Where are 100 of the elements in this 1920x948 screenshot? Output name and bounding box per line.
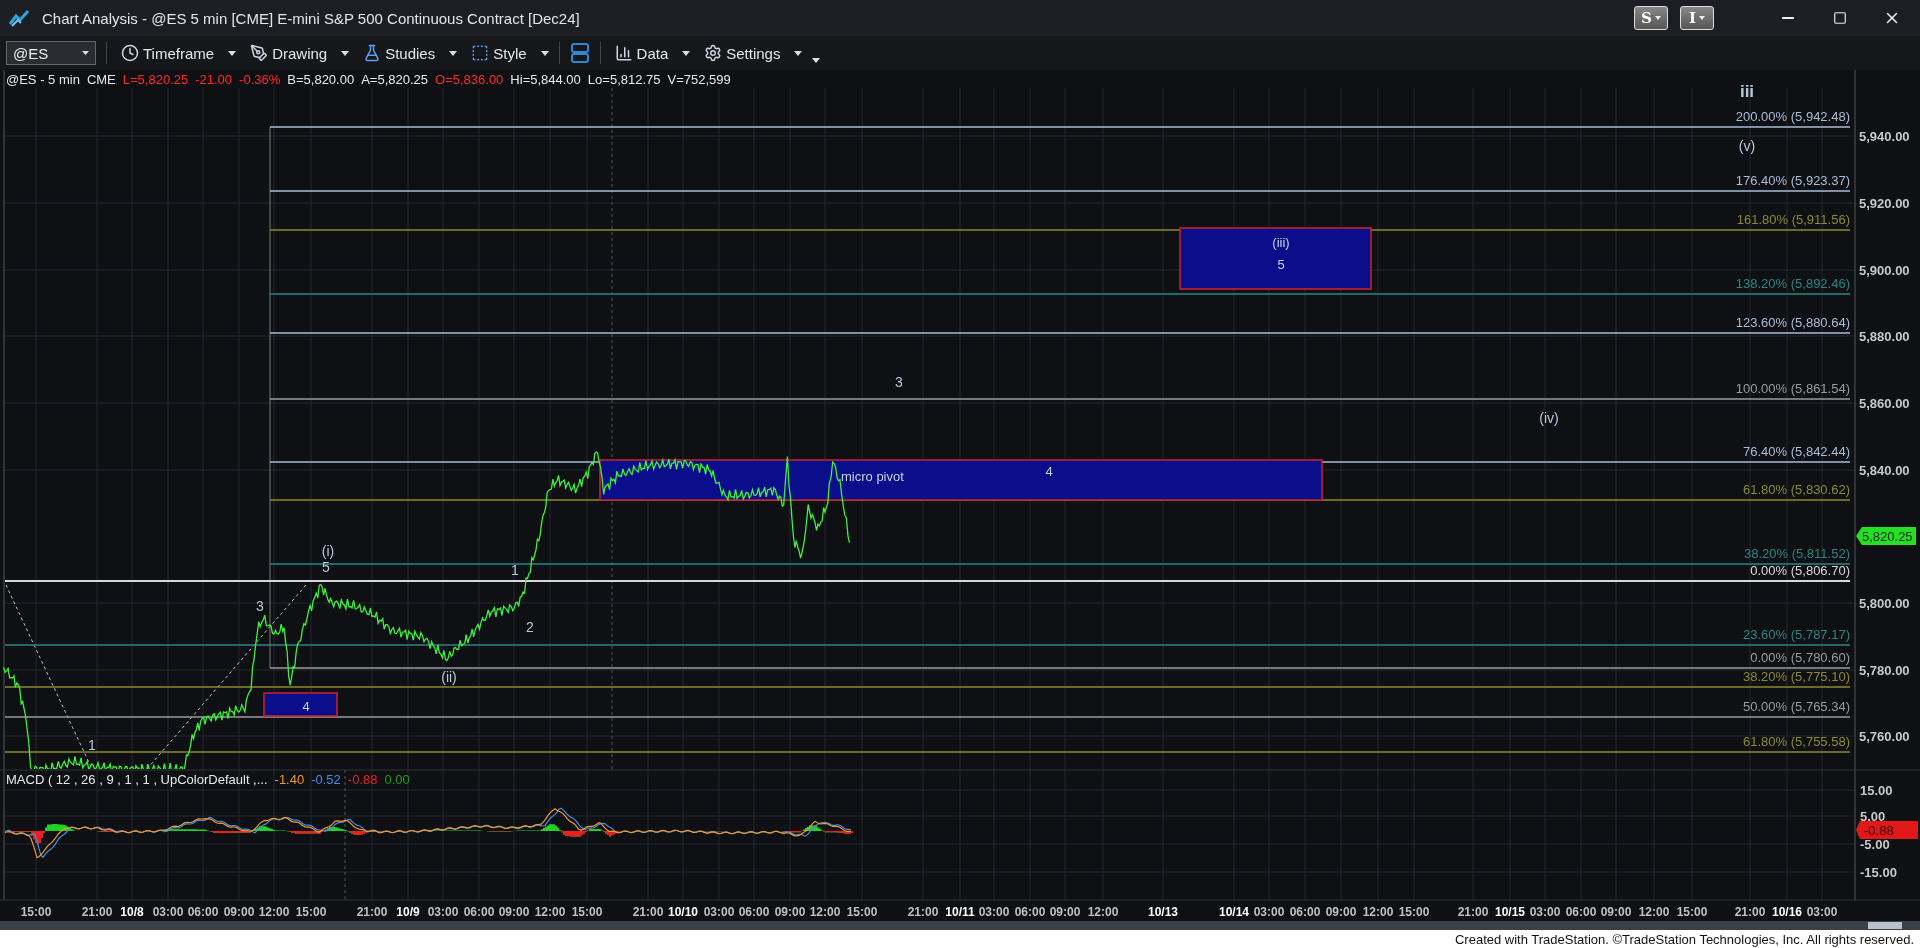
- time-axis-label: 10/8: [120, 905, 144, 919]
- time-axis-label: 09:00: [498, 905, 530, 919]
- toolbar-dropdown-button[interactable]: S: [1634, 6, 1668, 30]
- time-axis-label: 06:00: [187, 905, 219, 919]
- minimize-icon: [1782, 17, 1794, 19]
- price-axis-label: 5,760.00: [1859, 729, 1910, 744]
- toolbar-menu[interactable]: Drawing: [246, 44, 332, 62]
- scroll-thumb[interactable]: [1868, 922, 1902, 929]
- toolbar-menu[interactable]: Timeframe: [117, 44, 219, 62]
- time-axis-label: 03:00: [1529, 905, 1561, 919]
- fib-level-label: 61.80% (5,755.58): [1743, 734, 1850, 749]
- time-axis-label: 21:00: [356, 905, 388, 919]
- time-axis-label: 03:00: [427, 905, 459, 919]
- toolbar-menu[interactable]: Style: [467, 44, 531, 62]
- fib-level-label: 200.00% (5,942.48): [1735, 109, 1850, 124]
- wave-label: iii: [1739, 82, 1755, 101]
- wave-label: 1: [511, 562, 519, 578]
- symbol-dropdown[interactable]: @ES: [6, 41, 96, 65]
- maximize-icon: [1833, 11, 1847, 25]
- price-axis-label: 5,800.00: [1859, 596, 1910, 611]
- wave-label: (iv): [1539, 410, 1559, 426]
- macd-value: 0.00: [384, 772, 410, 787]
- wave-label: 3: [256, 598, 264, 614]
- time-axis-label: 21:00: [1734, 905, 1766, 919]
- clock-icon: [121, 44, 139, 62]
- time-axis-label: 10/9: [396, 905, 420, 919]
- time-axis-label: 15:00: [846, 905, 878, 919]
- quote-value: B=5,820.00: [287, 72, 355, 87]
- time-axis-label: 03:00: [1253, 905, 1285, 919]
- fib-level-label: 176.40% (5,923.37): [1735, 173, 1850, 188]
- last-value-tag: -0.88: [1856, 821, 1918, 839]
- time-axis-label: 15:00: [1398, 905, 1430, 919]
- wave-label: 2: [526, 619, 534, 635]
- time-axis-label: 12:00: [1087, 905, 1119, 919]
- fib-level-label: 100.00% (5,861.54): [1735, 381, 1850, 396]
- time-axis-label: 09:00: [1049, 905, 1081, 919]
- toolbar-dropdown-button[interactable]: I: [1680, 6, 1714, 30]
- caret-icon: [82, 51, 89, 55]
- quote-value: Lo=5,812.75: [587, 72, 661, 87]
- copyright-text: Created with TradeStation. ©TradeStation Technologies, Inc. All rights reserved.: [0, 930, 1920, 948]
- quote-value: -21.00: [195, 72, 233, 87]
- price-axis-label: 5,920.00: [1859, 196, 1910, 211]
- fib-level-label: 161.80% (5,911.56): [1736, 212, 1850, 227]
- fib-level-label: 0.00% (5,780.60): [1750, 650, 1850, 665]
- dashed-square-icon: [471, 44, 490, 62]
- fib-level-label: 0.00% (5,806.70): [1750, 563, 1850, 578]
- macd-axis-label: 5.00: [1860, 809, 1886, 824]
- quote-value: -0.36%: [239, 72, 281, 87]
- caret-icon: [540, 50, 549, 56]
- wave-label: 5: [322, 559, 330, 575]
- quote-value: Hi=5,844.00: [510, 72, 581, 87]
- price-axis-label: 5,940.00: [1859, 129, 1910, 144]
- time-axis-label: 10/11: [945, 905, 975, 919]
- toolbar-menu[interactable]: Settings: [700, 44, 785, 62]
- time-axis-label: 21:00: [907, 905, 939, 919]
- price-axis-label: 5,900.00: [1859, 263, 1910, 278]
- caret-icon: [682, 50, 691, 56]
- time-axis-label: 21:00: [1457, 905, 1489, 919]
- quote-value: @ES - 5 min: [6, 72, 80, 87]
- toolbar-menu[interactable]: Studies: [359, 44, 440, 62]
- fib-level-label: 123.60% (5,880.64): [1735, 315, 1850, 330]
- time-axis-label: 09:00: [774, 905, 806, 919]
- time-axis-label: 03:00: [1806, 905, 1838, 919]
- time-axis-label: 15:00: [1676, 905, 1708, 919]
- settings-icon: [704, 44, 723, 62]
- time-axis-label: 03:00: [978, 905, 1010, 919]
- macd-value: -0.52: [311, 772, 341, 787]
- time-axis-label: 21:00: [632, 905, 664, 919]
- layout-icon[interactable]: [569, 42, 590, 64]
- time-axis-label: 12:00: [258, 905, 290, 919]
- fib-level-label: 138.20% (5,892.46): [1735, 276, 1850, 291]
- time-axis-label: 06:00: [1289, 905, 1321, 919]
- last-price-tag: 5,820.25: [1856, 527, 1916, 545]
- bar-chart-icon: [614, 44, 633, 62]
- pen-icon: [250, 44, 269, 62]
- toolbar-menu[interactable]: Data: [610, 44, 673, 62]
- time-axis-label: 06:00: [463, 905, 495, 919]
- time-axis-label: 12:00: [1638, 905, 1670, 919]
- time-axis-label: 12:00: [534, 905, 566, 919]
- time-axis-label: 15:00: [20, 905, 52, 919]
- time-axis-label: 10/10: [668, 905, 698, 919]
- time-axis-label: 06:00: [1565, 905, 1597, 919]
- time-axis-label: 06:00: [1014, 905, 1046, 919]
- quote-value: V=752,599: [667, 72, 731, 87]
- flask-icon: [363, 44, 382, 62]
- caret-icon: [341, 50, 350, 56]
- zone-label: micro pivot: [841, 469, 904, 484]
- time-axis-label: 09:00: [1325, 905, 1357, 919]
- time-axis-label: 15:00: [295, 905, 327, 919]
- scroll-bar[interactable]: [0, 921, 1920, 930]
- fib-level-label: 76.40% (5,842.44): [1743, 444, 1850, 459]
- caret-icon: [1699, 16, 1705, 20]
- zone-label: 5: [1277, 257, 1285, 272]
- time-axis-label: 10/16: [1772, 905, 1802, 919]
- wave-label: 3: [895, 374, 903, 390]
- wave-label: 1: [88, 737, 96, 753]
- macd-axis-label: -5.00: [1860, 837, 1890, 852]
- quote-value: A=5,820.25: [361, 72, 429, 87]
- wave-label: (v): [1738, 138, 1756, 154]
- time-axis-label: 12:00: [809, 905, 841, 919]
